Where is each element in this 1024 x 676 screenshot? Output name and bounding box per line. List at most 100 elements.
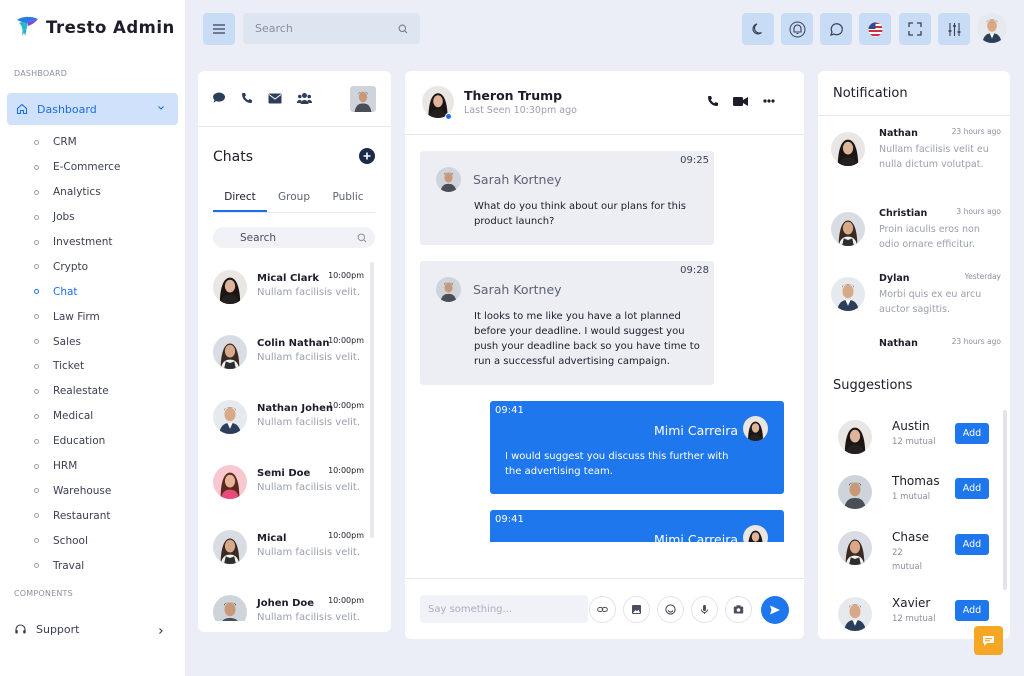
sidebar-item-label: HRM [53,460,78,473]
image-icon [631,604,642,615]
theme-toggle-button[interactable] [742,13,774,45]
more-options-button[interactable] [763,99,775,103]
sidebar-item-sales[interactable]: Sales [34,329,120,354]
message-input-placeholder: Say something... [428,603,513,615]
sidebar-item-analytics[interactable]: Analytics [34,180,120,205]
chat-contact[interactable]: Mical Clark 10:00pm Nullam facilisis vel… [213,270,368,310]
bullet-icon [34,264,39,270]
chat-list-scrollbar[interactable] [370,262,374,538]
bullet-icon [34,513,39,519]
suggestion-item: Austin 12 mutual Add [838,416,990,460]
chat-search-placeholder: Search [240,231,277,244]
emoji-button[interactable] [657,596,684,623]
add-friend-button[interactable]: Add [955,478,989,499]
notification-avatar [831,132,865,166]
chat-contact[interactable]: Semi Doe 10:00pm Nullam facilisis velit. [213,465,368,505]
add-friend-button[interactable]: Add [955,423,989,444]
suggestion-item: Xavier 12 mutual Add [838,593,990,637]
sidebar-item-investment[interactable]: Investment [34,230,120,255]
message-sender: Sarah Kortney [473,282,562,297]
contact-last-message: Nullam facilisis velit. [257,417,361,428]
mail-icon[interactable] [268,93,282,104]
sidebar-item-support[interactable]: Support [14,623,174,636]
sidebar-item-chat[interactable]: Chat [34,279,120,304]
sidebar-item-traval[interactable]: Traval [34,553,120,578]
sidebar-item-realestate[interactable]: Realestate [34,379,120,404]
sidebar-item-label: Jobs [53,211,75,224]
user-avatar[interactable] [350,86,376,112]
sidebar-item-ticket[interactable]: Ticket [34,354,120,379]
chat-contact[interactable]: Johen Doe 10:00pm Nullam facilisis velit… [213,595,368,621]
chat-bubble-icon[interactable] [212,91,226,105]
notification-time: 3 hours ago [956,207,1001,216]
notification-item[interactable]: Christian 3 hours ago Proin iaculis eros… [831,207,1001,267]
sidebar-item-jobs[interactable]: Jobs [34,205,120,230]
sidebar-item-hrm[interactable]: HRM [34,454,120,479]
chat-contact[interactable]: Colin Nathan 10:00pm Nullam facilisis ve… [213,335,368,375]
add-friend-button[interactable]: Add [955,534,989,555]
voice-button[interactable] [691,596,718,623]
tab-group[interactable]: Group [267,191,321,212]
support-chat-button[interactable] [974,626,1003,655]
sidebar-item-label: Medical [53,410,94,423]
suggestion-avatar [838,420,872,454]
language-button[interactable] [859,13,891,45]
activity-scrollbar[interactable] [1003,410,1007,590]
sidebar-item-education[interactable]: Education [34,429,120,454]
notification-item[interactable]: Nathan 23 hours ago [831,337,1001,357]
divider [405,578,804,579]
notifications-button[interactable] [781,13,813,45]
moon-icon [751,22,766,37]
notification-name: Nathan [879,128,918,139]
attach-link-button[interactable] [589,596,616,623]
suggestion-mutual: 22 mutual [892,548,922,572]
chat-contact[interactable]: Mical 10:00pm Nullam facilisis velit. [213,530,368,570]
menu-toggle-button[interactable] [203,13,235,45]
sidebar-item-crm[interactable]: CRM [34,130,120,155]
chat-contact[interactable]: Nathan Johen 10:00pm Nullam facilisis ve… [213,400,368,440]
camera-button[interactable] [725,596,752,623]
notification-name: Dylan [879,273,910,284]
sidebar-item-label: Law Firm [53,310,100,323]
sidebar-item-school[interactable]: School [34,528,120,553]
sidebar-item-medical[interactable]: Medical [34,404,120,429]
sidebar-item-ecommerce[interactable]: E-Commerce [34,155,120,180]
add-friend-button[interactable]: Add [955,600,989,621]
suggestion-mutual: 12 mutual [892,614,936,624]
attach-image-button[interactable] [623,596,650,623]
suggestion-avatar [838,531,872,565]
tab-direct[interactable]: Direct [213,191,267,212]
call-button[interactable] [707,95,719,107]
chat-search-input[interactable]: Search [213,227,375,248]
fullscreen-button[interactable] [899,13,931,45]
brand[interactable]: Tresto Admin [14,14,175,40]
profile-avatar[interactable] [977,13,1007,43]
sidebar-item-restaurant[interactable]: Restaurant [34,503,120,528]
link-icon [597,604,608,615]
sidebar-item-crypto[interactable]: Crypto [34,254,120,279]
notification-item[interactable]: Nathan 23 hours ago Nullam facilisis vel… [831,127,1001,187]
tab-public[interactable]: Public [321,191,375,212]
message-sender: Mimi Carreira [653,532,738,542]
phone-icon[interactable] [241,92,253,104]
video-call-button[interactable] [733,96,748,107]
customizer-button[interactable] [938,13,970,45]
notification-item[interactable]: Dylan Yesterday Morbi quis ex eu arcu au… [831,272,1001,332]
suggestion-avatar [838,475,872,509]
new-chat-button[interactable] [359,148,375,164]
contact-last-message: Nullam facilisis velit. [257,547,361,558]
camera-icon [733,604,744,615]
message-input[interactable]: Say something... [420,595,588,623]
bullet-icon [34,488,39,494]
sidebar-item-law-firm[interactable]: Law Firm [34,304,120,329]
search-input[interactable]: Search [243,13,420,44]
sidebar-item-warehouse[interactable]: Warehouse [34,478,120,503]
bullet-icon [34,363,39,369]
group-icon[interactable] [297,92,312,104]
message-text: I would suggest you discuss this further… [505,451,729,477]
messages-button[interactable] [820,13,852,45]
bullet-icon [34,388,39,394]
sidebar-item-dashboard[interactable]: Dashboard [7,93,178,125]
chevron-down-icon [156,103,166,113]
send-button[interactable] [761,596,789,624]
